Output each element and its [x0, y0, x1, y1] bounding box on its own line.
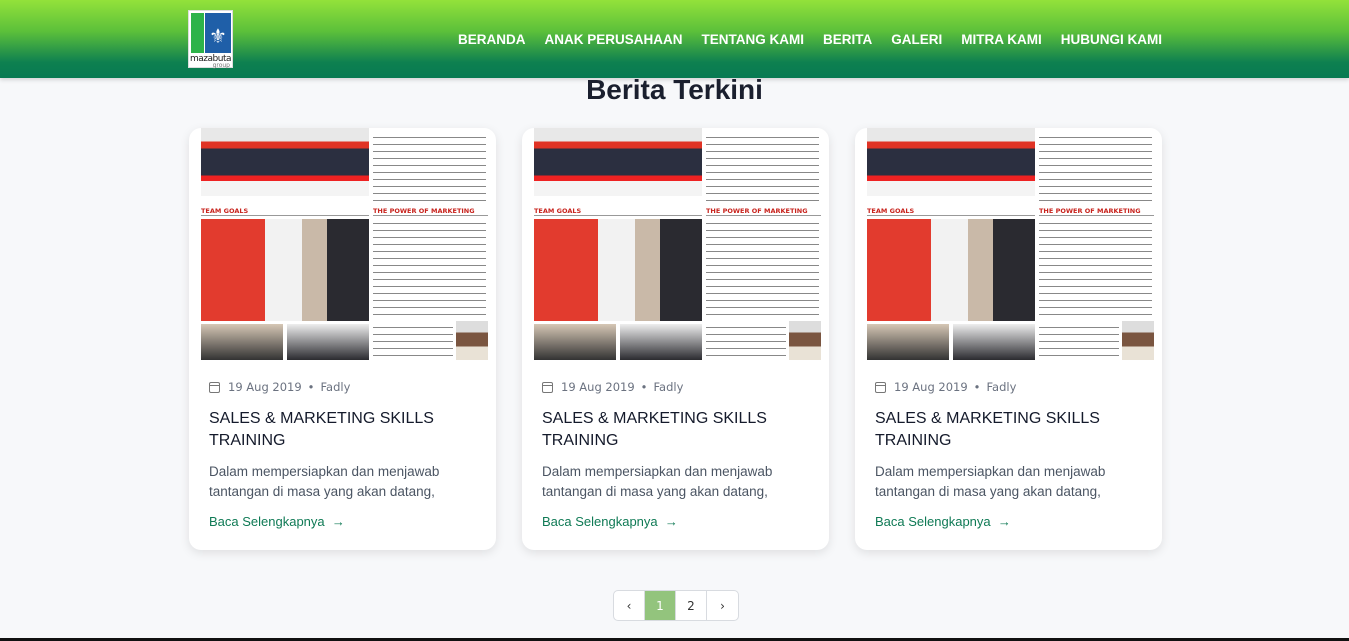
- read-more-link[interactable]: Baca Selengkapnya →: [209, 514, 345, 529]
- post-author: Fadly: [986, 380, 1017, 394]
- post-date: 19 Aug 2019: [894, 380, 968, 394]
- nav-tentang-kami[interactable]: TENTANG KAMI: [701, 32, 804, 47]
- news-image[interactable]: TEAM GOALS THE POWER OF MARKETING: [201, 128, 488, 360]
- fleur-de-lis-icon: ⚜: [209, 24, 227, 48]
- nav-hubungi-kami[interactable]: HUBUNGI KAMI: [1061, 32, 1162, 47]
- arrow-right-icon: →: [994, 514, 1011, 529]
- news-card[interactable]: TEAM GOALS THE POWER OF MARKETING 19 Aug…: [522, 128, 829, 550]
- page-1-button[interactable]: 1: [645, 591, 676, 620]
- calendar-icon: [542, 381, 553, 393]
- post-date: 19 Aug 2019: [561, 380, 635, 394]
- post-excerpt: Dalam mempersiapkan dan menjawab tantang…: [209, 464, 440, 499]
- separator-dot: •: [640, 380, 648, 394]
- nav-berita[interactable]: BERITA: [823, 32, 872, 47]
- read-more-link[interactable]: Baca Selengkapnya →: [542, 514, 678, 529]
- site-header: ⚜ mazabuta group BERANDA ANAK PERUSAHAAN…: [0, 0, 1349, 78]
- mazabuta-logo[interactable]: ⚜ mazabuta group: [188, 10, 233, 69]
- separator-dot: •: [973, 380, 981, 394]
- news-image[interactable]: TEAM GOALS THE POWER OF MARKETING: [867, 128, 1154, 360]
- news-card[interactable]: TEAM GOALS THE POWER OF MARKETING 19 Aug…: [189, 128, 496, 550]
- main-nav: BERANDA ANAK PERUSAHAAN TENTANG KAMI BER…: [458, 32, 1162, 47]
- post-meta: 19 Aug 2019 • Fadly: [542, 380, 683, 394]
- news-image[interactable]: TEAM GOALS THE POWER OF MARKETING: [534, 128, 821, 360]
- page-2-button[interactable]: 2: [676, 591, 707, 620]
- post-title[interactable]: SALES & MARKETING SKILLS TRAINING: [875, 408, 1145, 452]
- post-author: Fadly: [653, 380, 684, 394]
- calendar-icon: [875, 381, 886, 393]
- arrow-right-icon: →: [328, 514, 345, 529]
- news-card[interactable]: TEAM GOALS THE POWER OF MARKETING 19 Aug…: [855, 128, 1162, 550]
- nav-beranda[interactable]: BERANDA: [458, 32, 526, 47]
- calendar-icon: [209, 381, 220, 393]
- nav-mitra-kami[interactable]: MITRA KAMI: [961, 32, 1042, 47]
- post-title[interactable]: SALES & MARKETING SKILLS TRAINING: [209, 408, 479, 452]
- separator-dot: •: [307, 380, 315, 394]
- nav-anak-perusahaan[interactable]: ANAK PERUSAHAAN: [544, 32, 682, 47]
- post-excerpt: Dalam mempersiapkan dan menjawab tantang…: [875, 464, 1106, 499]
- arrow-right-icon: →: [661, 514, 678, 529]
- post-date: 19 Aug 2019: [228, 380, 302, 394]
- read-more-link[interactable]: Baca Selengkapnya →: [875, 514, 1011, 529]
- pagination: ‹ 1 2 ›: [613, 590, 739, 621]
- next-page-button[interactable]: ›: [707, 591, 738, 620]
- post-meta: 19 Aug 2019 • Fadly: [209, 380, 350, 394]
- post-excerpt: Dalam mempersiapkan dan menjawab tantang…: [542, 464, 773, 499]
- nav-galeri[interactable]: GALERI: [891, 32, 942, 47]
- page-title: Berita Terkini: [586, 74, 763, 105]
- post-title[interactable]: SALES & MARKETING SKILLS TRAINING: [542, 408, 812, 452]
- post-author: Fadly: [320, 380, 351, 394]
- post-meta: 19 Aug 2019 • Fadly: [875, 380, 1016, 394]
- prev-page-button[interactable]: ‹: [614, 591, 645, 620]
